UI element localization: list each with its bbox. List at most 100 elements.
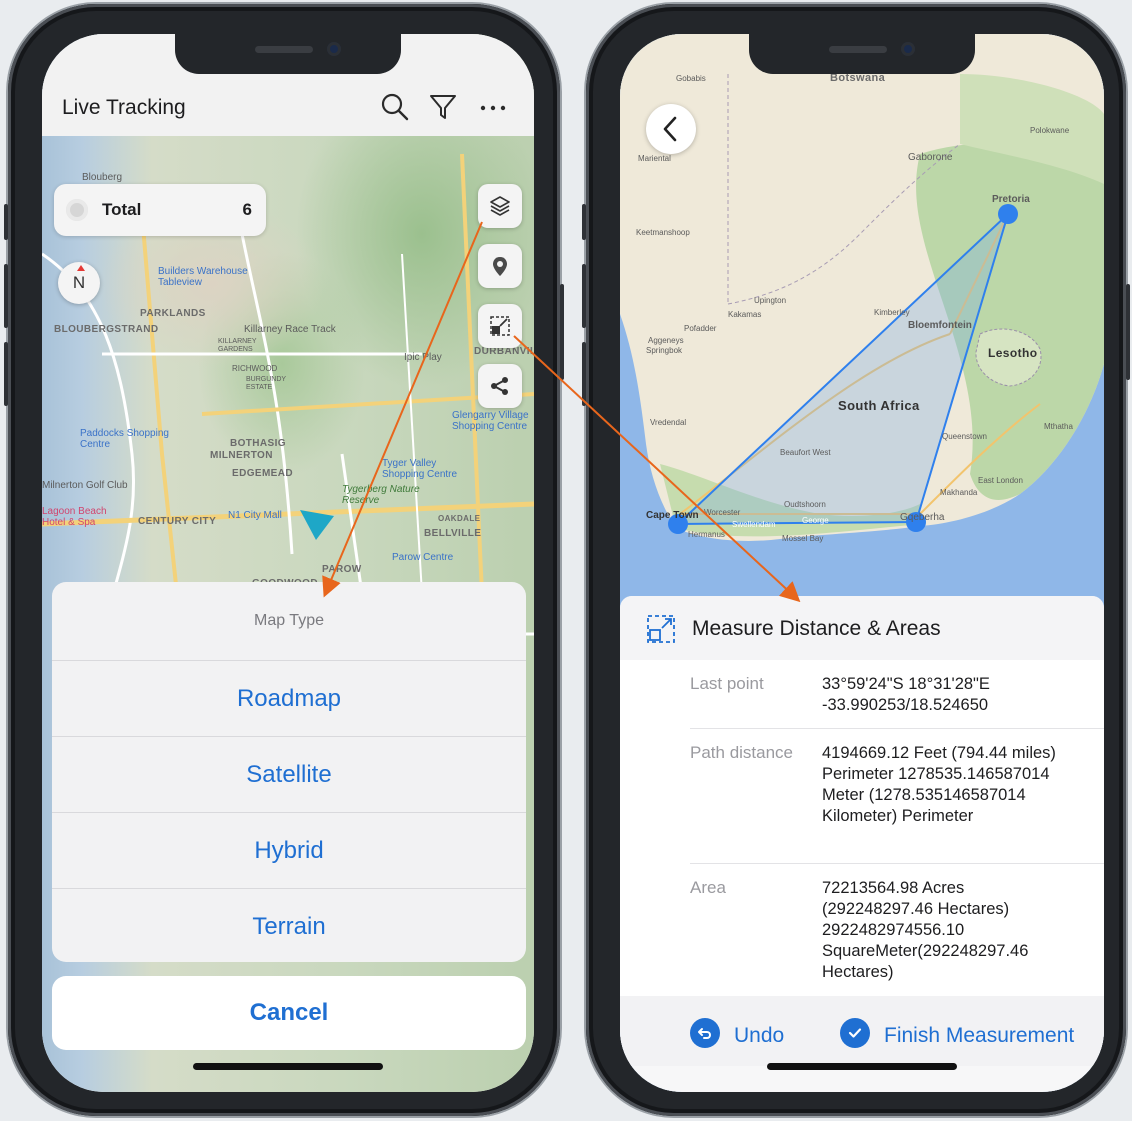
- map-label: BLOUBERGSTRAND: [54, 324, 159, 335]
- map-layers-button[interactable]: [478, 184, 522, 228]
- map-label: BURGUNDY ESTATE: [246, 376, 286, 391]
- measure-button[interactable]: [478, 304, 522, 348]
- map-label-city: Queenstown: [942, 432, 987, 441]
- measure-details: Last point 33°59'24"S 18°31'28"E -33.990…: [620, 660, 1104, 996]
- map-label-city: East London: [978, 476, 1023, 485]
- detail-row-area: Area 72213564.98 Acres (292248297.46 Hec…: [690, 864, 1104, 996]
- notch: [749, 34, 975, 74]
- map-label-city: Makhanda: [940, 488, 978, 497]
- map-label: EDGEMEAD: [232, 468, 293, 479]
- notch: [175, 34, 401, 74]
- detail-value: 72213564.98 Acres (292248297.46 Hectares…: [822, 879, 1029, 981]
- map-label: Parow Centre: [392, 552, 454, 563]
- measure-panel: Measure Distance & Areas Last point 33°5…: [620, 596, 1104, 1092]
- map-type-terrain[interactable]: Terrain: [52, 889, 526, 962]
- detail-value: 33°59'24"S 18°31'28"E -33.990253/18.5246…: [822, 675, 990, 714]
- map-label-city: Aggeneys: [648, 336, 684, 345]
- map-label: BOTHASIG: [230, 438, 286, 449]
- undo-button[interactable]: Undo: [690, 1018, 784, 1048]
- map-label: CENTURY CITY: [138, 516, 217, 527]
- map-label: Ipic Play: [404, 352, 442, 363]
- map-type-roadmap[interactable]: Roadmap: [52, 661, 526, 737]
- sheet-title: Map Type: [52, 582, 526, 661]
- map-label-city: Upington: [754, 296, 787, 305]
- map-label-city: Bloemfontein: [908, 320, 972, 331]
- location-pin-icon: [493, 257, 507, 276]
- measure-point: [1084, 34, 1104, 54]
- compass-label: N: [72, 273, 86, 292]
- undo-label: Undo: [734, 1024, 785, 1047]
- total-devices-card[interactable]: Total 6: [54, 184, 266, 236]
- map-label-city: Pretoria: [992, 194, 1030, 205]
- filter-icon[interactable]: [428, 92, 458, 122]
- measure-panel-title: Measure Distance & Areas: [692, 617, 941, 640]
- map-label-city: Gqeberha: [900, 512, 945, 523]
- map-label-city: Gobabis: [676, 74, 706, 83]
- map-label-country: South Africa: [838, 398, 920, 413]
- chevron-left-icon: [663, 116, 677, 142]
- location-button[interactable]: [478, 244, 522, 288]
- map-label-city: Pofadder: [684, 324, 717, 333]
- map-label: MILNERTON: [210, 450, 273, 461]
- map-label-city: George: [802, 516, 829, 525]
- map-label: Tygerberg Nature Reserve: [342, 484, 420, 506]
- more-icon[interactable]: [478, 92, 508, 122]
- map-label-country: Lesotho: [988, 346, 1038, 360]
- map-label-city: Cape Town: [646, 510, 699, 521]
- map-label: N1 City Mall: [228, 510, 282, 521]
- share-icon: [491, 377, 508, 395]
- search-icon[interactable]: [380, 92, 410, 122]
- phone-frame-right: Botswana South Africa Lesotho Gaborone P…: [582, 4, 1130, 1116]
- map-type-hybrid[interactable]: Hybrid: [52, 813, 526, 889]
- total-count: 6: [242, 200, 252, 219]
- detail-row-path-distance: Path distance 4194669.12 Feet (794.44 mi…: [690, 729, 1104, 864]
- measure-icon: [490, 316, 510, 336]
- layers-icon: [490, 196, 510, 216]
- undo-icon: [690, 1018, 720, 1048]
- map-label: Milnerton Golf Club: [42, 480, 128, 491]
- detail-row-last-point: Last point 33°59'24"S 18°31'28"E -33.990…: [690, 660, 1104, 729]
- page-title: Live Tracking: [62, 96, 186, 119]
- map-label-city: Springbok: [646, 346, 683, 355]
- map-label: RICHWOOD: [232, 364, 278, 373]
- map-label: BELLVILLE: [424, 528, 482, 539]
- map-label: Builders Warehouse Tableview: [158, 266, 248, 288]
- map-label-city: Hermanus: [688, 530, 725, 539]
- map-label-city: Beaufort West: [780, 448, 831, 457]
- status-dot: [66, 199, 88, 221]
- measure-panel-header: Measure Distance & Areas: [620, 596, 1104, 660]
- detail-key: Last point: [690, 674, 764, 693]
- check-icon: [840, 1018, 870, 1048]
- map-label-city: Mossel Bay: [782, 534, 824, 543]
- map-label-city: Polokwane: [1030, 126, 1070, 135]
- detail-key: Path distance: [690, 743, 794, 762]
- map-label-city: Kakamas: [728, 310, 762, 319]
- map-type-satellite[interactable]: Satellite: [52, 737, 526, 813]
- map-label: Tyger Valley Shopping Centre: [382, 458, 458, 480]
- map-label: KILLARNEY GARDENS: [218, 338, 257, 353]
- map-label-city: Mthatha: [1044, 422, 1073, 431]
- home-indicator: [193, 1063, 383, 1070]
- map-label: PARKLANDS: [140, 308, 206, 319]
- map-label: Paddocks Shopping Centre: [80, 428, 169, 450]
- phone-frame-left: Blouberg Builders Warehouse Tableview PA…: [4, 4, 564, 1116]
- screen-left: Blouberg Builders Warehouse Tableview PA…: [42, 34, 534, 1092]
- measure-point: [998, 204, 1018, 224]
- map-label: Glengarry Village Shopping Centre: [452, 410, 529, 432]
- map-label-city: Oudtshoorn: [784, 500, 826, 509]
- map-label: Killarney Race Track: [244, 324, 336, 335]
- map-label-city: Kimberley: [874, 308, 910, 317]
- finish-measurement-button[interactable]: Finish Measurement: [840, 1018, 1074, 1048]
- map-label-city: Gaborone: [908, 152, 953, 163]
- map-label-city: Keetmanshoop: [636, 228, 690, 237]
- measure-actions: Undo Finish Measurement: [620, 996, 1104, 1066]
- cancel-button[interactable]: Cancel: [52, 976, 526, 1050]
- map-label-city: Swellendam: [732, 520, 776, 529]
- back-button[interactable]: [646, 104, 696, 154]
- map-label-city: Mariental: [638, 154, 671, 163]
- compass-button[interactable]: N: [58, 262, 100, 304]
- home-indicator: [767, 1063, 957, 1070]
- map-label: Lagoon Beach Hotel & Spa: [42, 506, 107, 528]
- share-button[interactable]: [478, 364, 522, 408]
- detail-value: 4194669.12 Feet (794.44 miles) Perimeter…: [822, 744, 1056, 825]
